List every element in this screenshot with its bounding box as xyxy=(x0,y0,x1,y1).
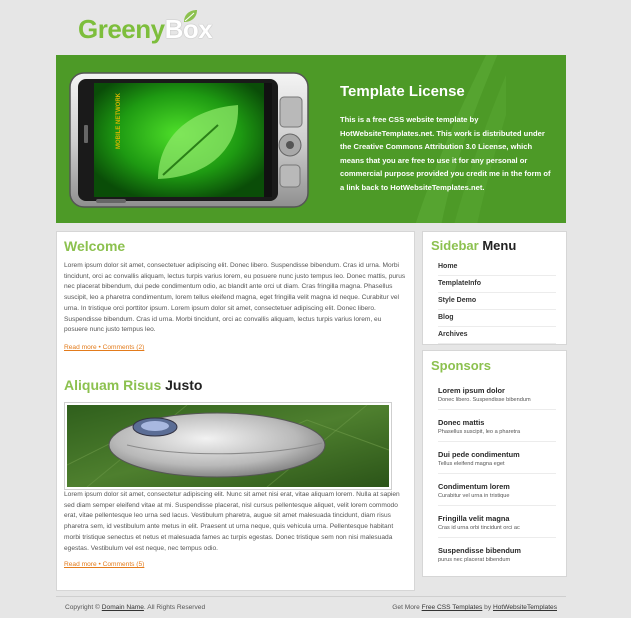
article-heading-green: Aliquam Risus xyxy=(64,377,162,393)
credits-mid: by xyxy=(484,604,492,611)
sponsor-title: Suspendisse bibendum xyxy=(438,546,521,555)
copyright-prefix: Copyright © xyxy=(65,604,100,611)
banner-text: This is a free CSS website template by H… xyxy=(340,115,551,192)
banner-title: Template License xyxy=(340,83,465,100)
divider xyxy=(438,473,556,474)
credits-prefix: Get More xyxy=(392,604,420,611)
sponsor-desc: Phasellus suscipit, leo a pharetra xyxy=(438,429,521,435)
sponsors-panel: Sponsors Lorem ipsum dolor Donec libero.… xyxy=(422,350,567,577)
article-read-more-link[interactable]: Read more • Comments (5) xyxy=(64,561,144,568)
article-image xyxy=(64,402,392,490)
sidebar-title-dark: Menu xyxy=(482,238,517,253)
sponsor-title: Condimentum lorem xyxy=(438,482,510,491)
sidebar-item-templateinfo[interactable]: TemplateInfo xyxy=(438,276,556,293)
sponsors-title: Sponsors xyxy=(431,358,491,373)
sponsor-item[interactable]: Suspendisse bibendum purus nec placerat … xyxy=(438,546,556,564)
sidebar-title-green: Sidebar xyxy=(431,238,479,253)
logo-part1: Greeny xyxy=(78,14,165,44)
phone-image: MOBILE NETWORK xyxy=(68,69,316,211)
sidebar-item-style-demo[interactable]: Style Demo xyxy=(438,293,556,310)
footer: Copyright © Domain Name. All Rights Rese… xyxy=(56,596,566,617)
sidebar-item-blog[interactable]: Blog xyxy=(438,310,556,327)
sponsor-desc: Cras id urna orbi tincidunt orci ac xyxy=(438,525,520,531)
sponsor-item[interactable]: Lorem ipsum dolor Donec libero. Suspendi… xyxy=(438,386,556,404)
sponsor-item[interactable]: Donec mattis Phasellus suscipit, leo a p… xyxy=(438,418,556,436)
welcome-paragraph: Lorem ipsum dolor sit amet, consectetuer… xyxy=(64,262,406,334)
leaf-icon xyxy=(184,10,197,22)
phone-screen-label: MOBILE NETWORK xyxy=(116,92,122,149)
sidebar-menu-panel: Sidebar Menu Home TemplateInfo Style Dem… xyxy=(422,231,567,345)
sidebar-item-home[interactable]: Home xyxy=(438,259,556,276)
sponsors-title-text: Sponsors xyxy=(431,358,491,373)
sponsor-item[interactable]: Condimentum lorem Curabitur vel urna in … xyxy=(438,482,556,500)
hotwebsitetemplates-link[interactable]: HotWebsiteTemplates xyxy=(493,604,557,611)
divider xyxy=(438,409,556,410)
divider xyxy=(438,441,556,442)
divider xyxy=(438,505,556,506)
welcome-heading-text: Welcome xyxy=(64,238,126,254)
sponsor-item[interactable]: Fringilla velit magna Cras id urna orbi … xyxy=(438,514,556,532)
copyright-suffix: . All Rights Reserved xyxy=(143,604,206,611)
main-content: Welcome Lorem ipsum dolor sit amet, cons… xyxy=(56,231,415,591)
sponsor-item[interactable]: Dui pede condimentum Tellus eleifend mag… xyxy=(438,450,556,468)
free-css-templates-link[interactable]: Free CSS Templates xyxy=(422,604,483,611)
sponsor-title: Lorem ipsum dolor xyxy=(438,386,505,395)
sidebar-menu: Home TemplateInfo Style Demo Blog Archiv… xyxy=(438,259,556,344)
sponsor-title: Fringilla velit magna xyxy=(438,514,510,523)
sponsor-title: Donec mattis xyxy=(438,418,485,427)
sponsor-desc: Tellus eleifend magna eget xyxy=(438,461,505,467)
welcome-read-more-link[interactable]: Read more • Comments (2) xyxy=(64,344,144,351)
sponsor-desc: Donec libero. Suspendisse bibendum xyxy=(438,397,531,403)
header-banner: MOBILE NETWORK Template License This is … xyxy=(56,55,566,223)
footer-copyright: Copyright © Domain Name. All Rights Rese… xyxy=(65,604,205,611)
footer-credits: Get More Free CSS Templates by HotWebsit… xyxy=(392,604,557,611)
sponsor-title: Dui pede condimentum xyxy=(438,450,520,459)
sponsor-desc: purus nec placerat bibendum xyxy=(438,557,511,563)
sidebar-item-archives[interactable]: Archives xyxy=(438,327,556,344)
article-heading-dark: Justo xyxy=(165,377,203,393)
welcome-heading: Welcome xyxy=(64,238,125,254)
divider xyxy=(438,537,556,538)
domain-name-link[interactable]: Domain Name xyxy=(102,604,144,611)
sponsor-desc: Curabitur vel urna in tristique xyxy=(438,493,510,499)
article-heading: Aliquam Risus Justo xyxy=(64,377,202,393)
sidebar-menu-title: Sidebar Menu xyxy=(431,238,516,253)
article-paragraph: Lorem ipsum dolor sit amet, consectetur … xyxy=(64,491,400,552)
